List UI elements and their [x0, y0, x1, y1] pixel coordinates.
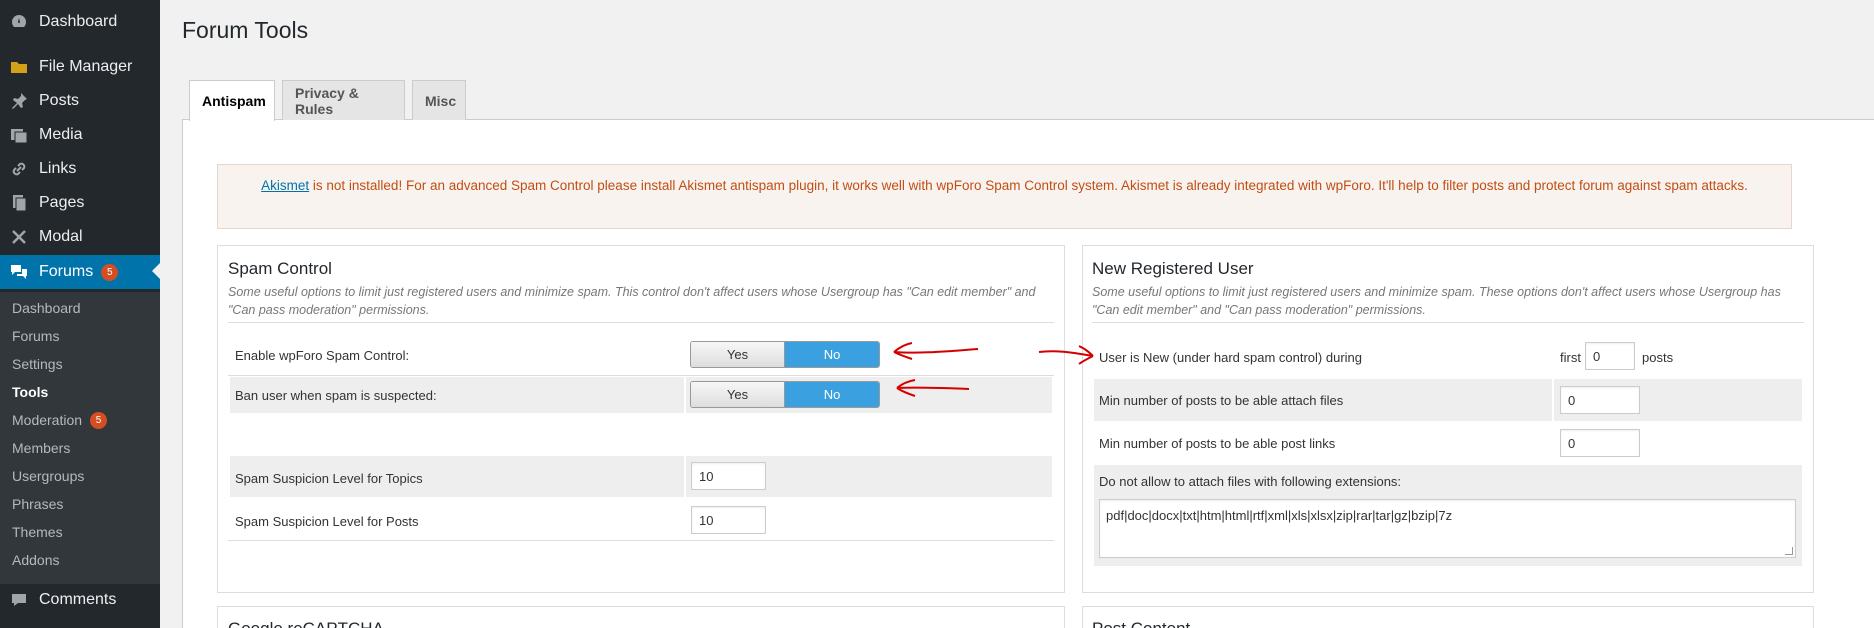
- ban-yes-option[interactable]: Yes: [691, 382, 785, 407]
- menu-forums[interactable]: Forums 5: [0, 255, 160, 289]
- tab-misc[interactable]: Misc: [412, 80, 466, 120]
- akismet-link[interactable]: Akismet: [261, 178, 309, 193]
- menu-label: Dashboard: [39, 13, 118, 30]
- submenu-members[interactable]: Members: [12, 438, 70, 458]
- menu-label: File Manager: [39, 58, 133, 75]
- menu-links[interactable]: Links: [0, 153, 160, 185]
- folder-icon: [9, 57, 29, 77]
- enable-no-option[interactable]: No: [785, 342, 879, 367]
- ban-user-label: Ban user when spam is suspected:: [235, 388, 437, 403]
- submenu-phrases[interactable]: Phrases: [12, 494, 63, 514]
- move-icon: [9, 227, 29, 247]
- link-icon: [9, 159, 29, 179]
- submenu-dashboard[interactable]: Dashboard: [12, 298, 81, 318]
- enable-spam-control-label: Enable wpForo Spam Control:: [235, 348, 410, 363]
- divider: [1092, 322, 1804, 323]
- enable-yes-option[interactable]: Yes: [691, 342, 785, 367]
- page-title: Forum Tools: [182, 17, 309, 43]
- akismet-notice: Akismet is not installed! For an advance…: [217, 164, 1792, 229]
- extensions-textarea[interactable]: pdf|doc|docx|txt|htm|html|rtf|xml|xls|xl…: [1099, 499, 1796, 558]
- forums-submenu: Dashboard Forums Settings Tools Moderati…: [0, 292, 160, 584]
- media-icon: [9, 125, 29, 145]
- menu-label: Forums: [39, 263, 94, 280]
- divider: [228, 540, 1054, 541]
- annotation-arrow-new-user: [1038, 345, 1094, 365]
- menu-pages[interactable]: Pages: [0, 187, 160, 219]
- ban-user-toggle[interactable]: Yes No: [690, 381, 880, 408]
- level-posts-input[interactable]: 10: [691, 506, 766, 534]
- post-content-box: [1082, 606, 1814, 628]
- attach-files-label: Min number of posts to be able attach fi…: [1099, 393, 1344, 408]
- menu-label: Posts: [39, 92, 80, 109]
- first-prefix: first: [1560, 350, 1581, 365]
- extensions-value: pdf|doc|docx|txt|htm|html|rtf|xml|xls|xl…: [1106, 508, 1453, 523]
- enable-spam-control-toggle[interactable]: Yes No: [690, 341, 880, 368]
- spam-control-title: Spam Control: [228, 259, 332, 278]
- forums-count-badge: 5: [101, 263, 119, 281]
- new-user-title: New Registered User: [1092, 259, 1254, 278]
- menu-posts[interactable]: Posts: [0, 85, 160, 117]
- forums-icon: [9, 262, 29, 282]
- new-user-posts-input[interactable]: 0: [1585, 342, 1635, 370]
- menu-label: Comments: [39, 591, 117, 608]
- user-is-new-label: User is New (under hard spam control) du…: [1099, 350, 1362, 365]
- resize-handle[interactable]: [1785, 547, 1793, 555]
- pin-icon: [9, 91, 29, 111]
- posts-suffix: posts: [1642, 350, 1674, 365]
- pages-icon: [9, 193, 29, 213]
- annotation-arrow-ban: [896, 379, 970, 397]
- moderation-count-badge: 5: [90, 411, 108, 429]
- menu-label: Modal: [39, 228, 83, 245]
- dashboard-icon: [9, 12, 29, 32]
- submenu-addons[interactable]: Addons: [12, 550, 59, 570]
- level-topics-input[interactable]: 10: [691, 462, 766, 490]
- menu-dashboard[interactable]: Dashboard: [0, 6, 160, 38]
- spam-control-description: Some useful options to limit just regist…: [228, 285, 1036, 317]
- submenu-tools[interactable]: Tools: [12, 382, 48, 402]
- submenu-usergroups[interactable]: Usergroups: [12, 466, 84, 486]
- post-links-label: Min number of posts to be able post link…: [1099, 436, 1336, 451]
- recaptcha-title: Google reCAPTCHA: [228, 619, 384, 628]
- menu-label: Media: [39, 126, 83, 143]
- submenu-label: Moderation: [12, 412, 83, 428]
- post-links-input[interactable]: 0: [1560, 429, 1640, 457]
- tab-antispam[interactable]: Antispam: [189, 80, 275, 121]
- menu-modal[interactable]: Modal: [0, 221, 160, 253]
- submenu-moderation[interactable]: Moderation 5: [12, 410, 108, 430]
- notice-text: is not installed! For an advanced Spam C…: [309, 178, 1748, 193]
- divider: [228, 322, 1054, 323]
- new-user-description: Some useful options to limit just regist…: [1092, 285, 1781, 317]
- menu-comments[interactable]: Comments: [0, 584, 160, 616]
- level-posts-label: Spam Suspicion Level for Posts: [235, 514, 419, 529]
- menu-file-manager[interactable]: File Manager: [0, 51, 160, 83]
- submenu-forums[interactable]: Forums: [12, 326, 59, 346]
- ban-no-option[interactable]: No: [785, 382, 879, 407]
- menu-label: Pages: [39, 194, 85, 211]
- submenu-themes[interactable]: Themes: [12, 522, 63, 542]
- admin-sidebar: Dashboard File Manager Posts Media Links…: [0, 0, 160, 628]
- extensions-label: Do not allow to attach files with follow…: [1099, 474, 1402, 489]
- menu-media[interactable]: Media: [0, 119, 160, 151]
- menu-label: Links: [39, 160, 77, 177]
- post-content-title: Post Content: [1092, 619, 1190, 628]
- attach-files-input[interactable]: 0: [1560, 386, 1640, 414]
- submenu-settings[interactable]: Settings: [12, 354, 63, 374]
- tab-privacy-rules[interactable]: Privacy & Rules: [282, 80, 405, 120]
- level-topics-label: Spam Suspicion Level for Topics: [235, 471, 423, 486]
- comments-icon: [9, 590, 29, 610]
- annotation-arrow-enable: [893, 342, 979, 360]
